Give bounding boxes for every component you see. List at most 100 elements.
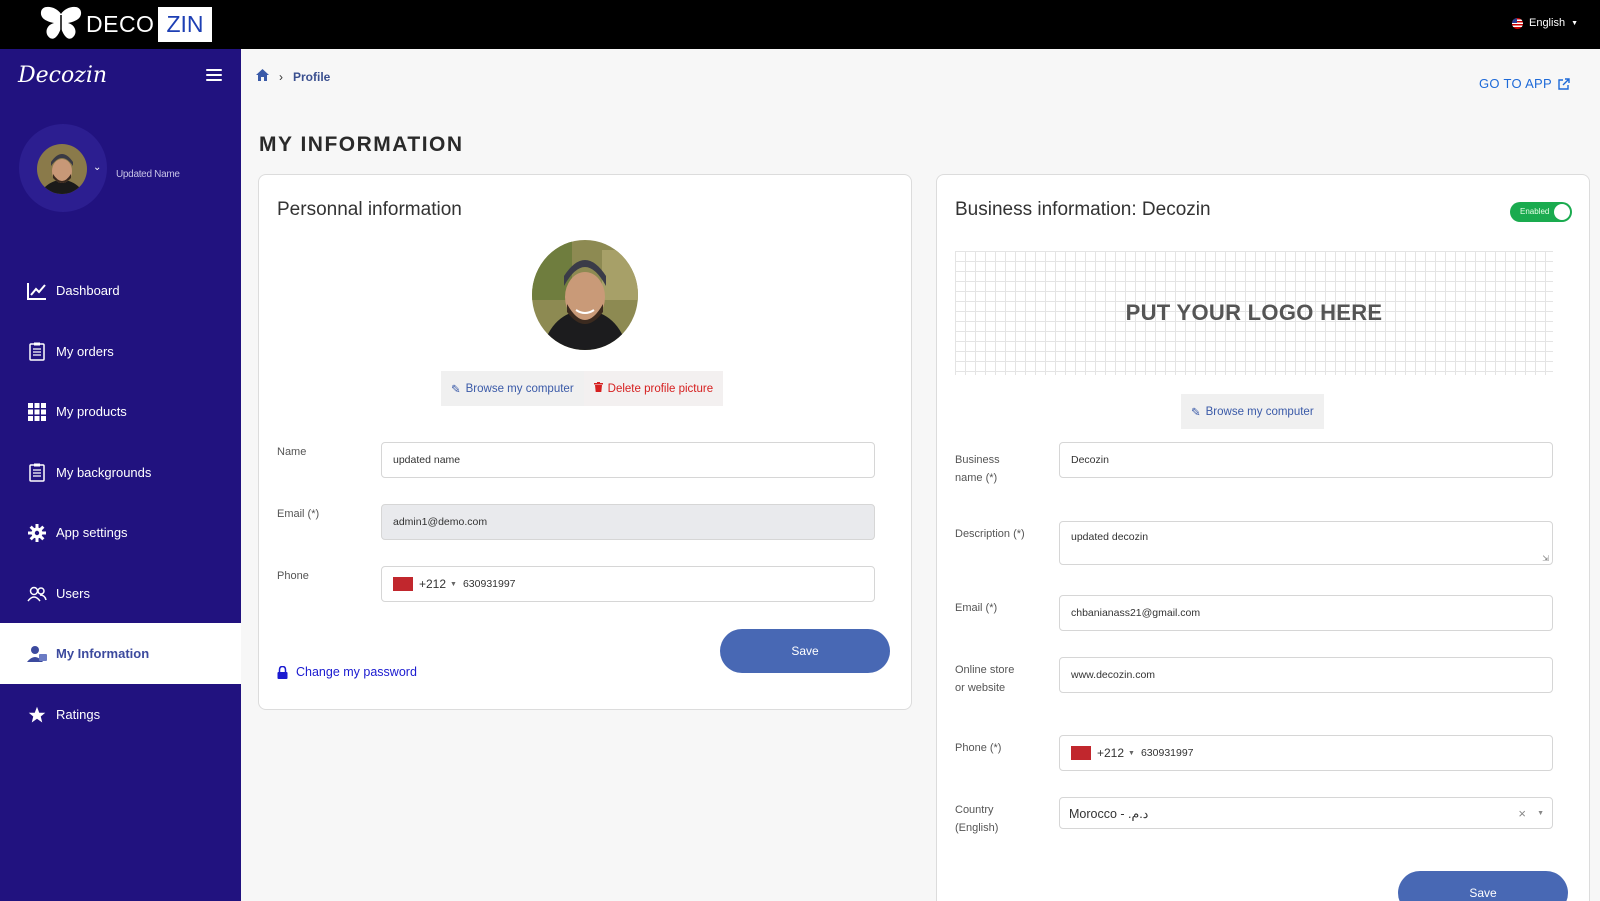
description-label: Description (*) [955,528,1025,540]
trash-icon [593,382,603,395]
business-phone-field[interactable]: +212 ▼ 630931997 [1059,735,1553,771]
morocco-flag-icon[interactable] [393,577,413,591]
pencil-icon: ✎ [1191,406,1201,419]
email-label: Email (*) [277,508,320,520]
logo-text-zin: ZIN [158,6,212,42]
change-password-link[interactable]: Change my password [277,665,417,679]
personal-card-title: Personnal information [277,199,462,220]
business-phone-label: Phone (*) [955,742,1002,754]
chevron-down-icon: ▼ [1571,19,1578,27]
chevron-down-icon[interactable]: ▼ [450,581,457,588]
delete-label: Delete profile picture [607,382,714,395]
clipboard-icon [26,341,48,363]
sidebar-item-label: My orders [56,344,114,359]
lock-icon [277,665,288,679]
go-to-app-label: GO TO APP [1478,76,1552,91]
clear-icon[interactable]: × [1518,806,1526,821]
phone-field[interactable]: +212 ▼ 630931997 [381,566,875,602]
logo-actions: ✎ Browse my computer [1181,394,1324,429]
country-label-line1: Country [955,804,994,816]
sidebar-item-my-backgrounds[interactable]: My backgrounds [0,442,241,503]
logo-text-deco: DECO [86,10,155,37]
sidebar: Decozin ⌄ Updated Name Dashboard My orde… [0,49,241,901]
sidebar-item-label: Dashboard [56,283,120,298]
clipboard-icon [26,462,48,484]
toggle-knob [1554,204,1570,220]
sidebar-item-ratings[interactable]: Ratings [0,684,241,745]
sidebar-item-label: Users [56,586,90,601]
grid-icon [26,401,48,423]
business-name-label-line1: Business [955,454,1000,466]
save-personal-button[interactable]: Save [720,629,890,673]
website-label-line1: Online store [955,664,1015,676]
pencil-icon: ✎ [451,383,461,396]
us-flag-icon [1511,17,1523,29]
business-email-label: Email (*) [955,602,998,614]
breadcrumb-current[interactable]: Profile [293,70,330,84]
sidebar-item-my-orders[interactable]: My orders [0,321,241,382]
toggle-label: Enabled [1520,207,1550,216]
browse-computer-button[interactable]: ✎ Browse my computer [441,371,584,406]
sidebar-item-label: App settings [56,525,128,540]
website-label-line2: or website [955,682,1006,694]
country-select[interactable]: Morocco - .د.م × ▼ [1059,797,1553,829]
star-icon [26,704,48,726]
logo-placeholder-text: PUT YOUR LOGO HERE [1125,300,1383,325]
user-info-icon [26,643,48,665]
sidebar-brand: Decozin [18,63,108,88]
home-icon[interactable] [256,69,269,84]
sidebar-item-label: My Information [56,646,150,661]
name-field[interactable]: updated name [381,442,875,478]
change-password-label: Change my password [296,665,417,679]
sidebar-item-label: Ratings [56,707,101,722]
profile-name[interactable]: Updated Name [116,169,180,180]
browse-label: Browse my computer [465,382,574,395]
breadcrumb: › Profile [256,69,330,84]
avatar [37,144,87,194]
app-logo[interactable]: DECO ZIN [38,6,212,42]
chevron-down-icon[interactable]: ▼ [1537,810,1544,817]
browse-logo-button[interactable]: ✎ Browse my computer [1181,394,1324,429]
language-selector[interactable]: English ▼ [1511,17,1578,29]
resize-handle-icon[interactable]: ⇲ [1542,554,1549,563]
website-label: Online store or website [955,661,1014,697]
sidebar-item-my-information[interactable]: My Information [0,623,241,684]
sidebar-item-my-products[interactable]: My products [0,381,241,442]
country-label: Country (English) [955,801,998,837]
phone-code[interactable]: +212 [419,577,446,591]
sidebar-item-label: My products [56,404,127,419]
business-name-label-line2: name (*) [955,472,998,484]
description-value: updated decozin [1071,531,1149,543]
country-value: Morocco - .د.م [1069,806,1149,821]
business-card-title: Business information: Decozin [955,199,1211,220]
phone-label: Phone [277,570,309,582]
external-link-icon [1558,77,1570,90]
sidebar-item-app-settings[interactable]: App settings [0,502,241,563]
morocco-flag-icon[interactable] [1071,746,1091,760]
chevron-right-icon: › [279,69,283,84]
name-label: Name [277,446,307,458]
sidebar-item-dashboard[interactable]: Dashboard [0,260,241,321]
profile-picture [532,240,638,350]
page-title: MY INFORMATION [259,133,464,156]
logo-placeholder[interactable]: PUT YOUR LOGO HERE [955,251,1553,375]
browse-label: Browse my computer [1205,405,1314,418]
delete-picture-button[interactable]: Delete profile picture [583,371,724,406]
description-textarea[interactable]: updated decozin ⇲ [1059,521,1553,565]
business-email-field[interactable]: chbanianass21@gmail.com [1059,595,1553,631]
chevron-down-icon[interactable]: ⌄ [93,162,101,173]
go-to-app-link[interactable]: GO TO APP [1479,76,1570,91]
phone-code[interactable]: +212 [1097,746,1124,760]
chevron-down-icon[interactable]: ▼ [1128,750,1135,757]
email-field[interactable]: admin1@demo.com [381,504,875,540]
website-field[interactable]: www.decozin.com [1059,657,1553,693]
menu-toggle-icon[interactable] [206,69,222,81]
business-info-card: Business information: Decozin Enabled PU… [936,174,1590,901]
sidebar-item-users[interactable]: Users [0,563,241,624]
phone-number: 630931997 [462,578,516,590]
enabled-toggle[interactable]: Enabled [1510,202,1572,222]
business-name-field[interactable]: Decozin [1059,442,1553,478]
gear-icon [26,522,48,544]
save-business-button[interactable]: Save [1398,871,1568,901]
phone-number: 630931997 [1140,747,1194,759]
